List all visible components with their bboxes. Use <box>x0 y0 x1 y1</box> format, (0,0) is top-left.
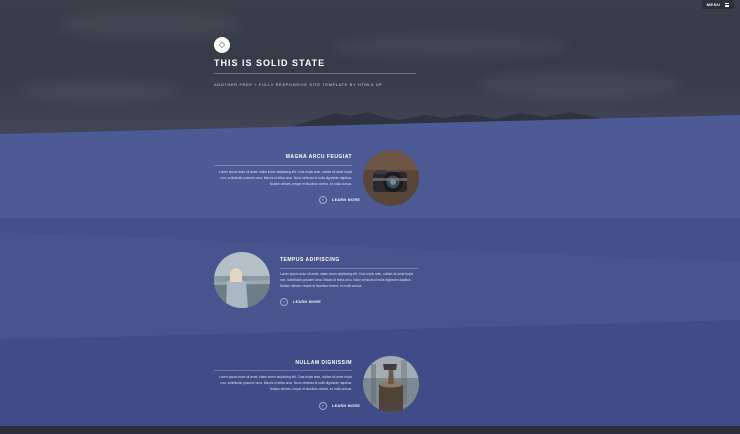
logo: ◇ <box>214 37 230 53</box>
arrow-right-icon: › <box>319 196 327 204</box>
spotlight-2-learn-more[interactable]: › LEARN MORE <box>280 298 321 306</box>
menu-label: MENU <box>706 2 721 7</box>
spotlight-1-divider <box>214 165 352 166</box>
spotlight-3-divider <box>214 370 352 371</box>
spotlight-3-text: Lorem ipsum dolor sit amet, etiam lorem … <box>218 375 352 391</box>
spotlight-1-title: MAGNA ARCU FEUGIAT <box>285 154 352 160</box>
spotlight-image-axe[interactable] <box>363 356 419 412</box>
spotlight-image-person[interactable] <box>214 252 270 308</box>
menu-button[interactable]: MENU <box>701 0 734 9</box>
learn-more-label: LEARN MORE <box>293 300 322 304</box>
hamburger-icon <box>725 2 729 7</box>
spotlight-1-text: Lorem ipsum dolor sit amet, etiam lorem … <box>218 170 352 186</box>
learn-more-label: LEARN MORE <box>332 404 361 408</box>
footer-edge <box>0 426 740 434</box>
tagline: ANOTHER FREE + FULLY RESPONSIVE SITE TEM… <box>214 82 383 87</box>
diamond-icon: ◇ <box>218 40 226 49</box>
spotlight-2-divider <box>280 268 418 269</box>
learn-more-label: LEARN MORE <box>332 198 361 202</box>
spotlight-2-text: Lorem ipsum dolor sit amet, etiam lorem … <box>280 272 414 288</box>
spotlight-3-title: NULLAM DIGNISSIM <box>295 360 352 366</box>
page-title: THIS IS SOLID STATE <box>214 58 326 68</box>
arrow-right-icon: › <box>280 298 288 306</box>
arrow-right-icon: › <box>319 402 327 410</box>
title-divider <box>214 73 416 74</box>
spotlight-2-title: TEMPUS ADIPISCING <box>280 257 340 263</box>
spotlight-3-learn-more[interactable]: › LEARN MORE <box>319 402 360 410</box>
spotlight-image-camera[interactable] <box>363 150 419 206</box>
spotlight-1-learn-more[interactable]: › LEARN MORE <box>319 196 360 204</box>
